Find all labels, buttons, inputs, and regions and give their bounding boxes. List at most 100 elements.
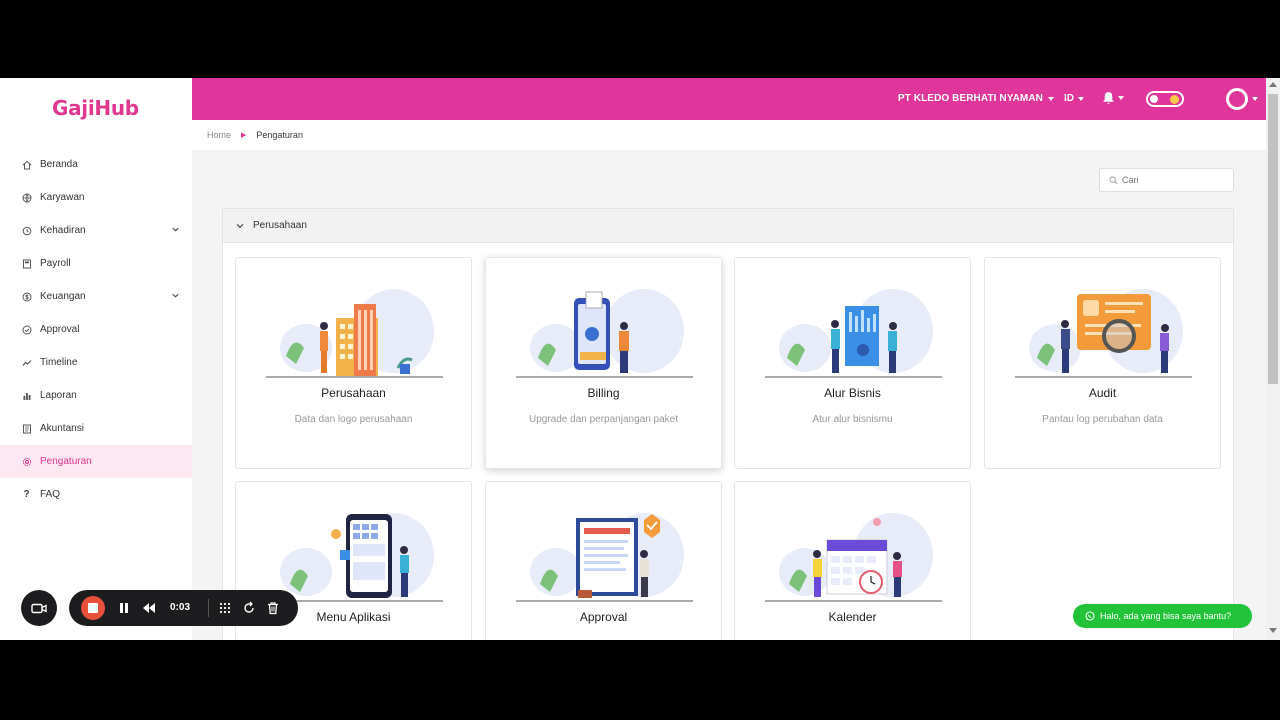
theme-toggle[interactable] [1146,91,1184,107]
chat-label: Halo, ada yang bisa saya bantu? [1100,611,1232,621]
sidebar-item-kehadiran[interactable]: Kehadiran [0,214,192,247]
history-icon [21,225,32,236]
language-label: ID [1064,93,1074,104]
card-description: Atur alur bisnismu [812,414,893,425]
dollar-icon [21,291,32,302]
home-icon [21,159,32,170]
card-description: Upgrade dan perpanjangan paket [528,414,678,425]
pause-icon[interactable] [117,601,131,615]
chevron-down-icon [172,227,179,232]
sidebar-item-label: FAQ [40,489,61,500]
card-description: Pantau log perubahan data [1042,414,1163,425]
approve-document-illustration [516,513,693,602]
company-selector[interactable]: PT KLEDO BERHATI NYAMAN [898,93,1054,104]
caret-down-icon [1048,96,1054,101]
bar-chart-icon [21,390,32,401]
audit-magnifier-illustration [1015,289,1192,378]
globe-icon [21,192,32,203]
caret-down-icon [1118,96,1124,100]
chevron-down-icon [236,223,244,228]
whatsapp-chat-button[interactable]: Halo, ada yang bisa saya bantu? [1073,604,1252,628]
sidebar-item-label: Akuntansi [40,423,84,434]
card-billing[interactable]: Billing Upgrade dan perpanjangan paket [485,257,722,469]
panel-title: Perusahaan [253,220,307,231]
sidebar-item-beranda[interactable]: Beranda [0,148,192,181]
sidebar-item-pengaturan[interactable]: Pengaturan [0,445,192,478]
sidebar-item-label: Pengaturan [40,456,92,467]
search-icon [1109,175,1118,185]
restart-icon[interactable] [242,601,256,615]
avatar [1226,88,1248,110]
stop-recording-button[interactable] [81,596,105,620]
brand-logo[interactable]: GajiHub [52,96,139,120]
sidebar: GajiHub Beranda Karyawan Kehadiran Payro… [0,78,192,640]
calendar-illustration [765,513,942,602]
whatsapp-icon [1085,611,1095,621]
scrollbar-thumb[interactable] [1268,94,1278,384]
app-menu-phone-illustration [266,513,443,602]
trash-icon[interactable] [266,601,280,615]
user-menu[interactable] [1226,88,1258,110]
question-icon: ? [23,489,30,500]
top-header: PT KLEDO BERHATI NYAMAN ID [192,78,1280,120]
stop-icon [88,603,98,613]
sidebar-item-label: Approval [40,324,80,335]
panel-header[interactable]: Perusahaan [223,209,1233,243]
language-selector[interactable]: ID [1064,93,1084,104]
card-title: Billing [587,386,620,400]
caret-down-icon [1252,97,1258,101]
card-title: Perusahaan [321,386,386,400]
rewind-icon[interactable] [142,601,156,615]
sidebar-item-faq[interactable]: ? FAQ [0,478,192,511]
scroll-up-arrow-icon[interactable] [1269,82,1277,87]
sidebar-item-label: Beranda [40,159,78,170]
company-name: PT KLEDO BERHATI NYAMAN [897,93,1043,104]
sidebar-item-label: Payroll [40,258,71,269]
search-input[interactable] [1122,175,1222,185]
card-title: Approval [579,610,628,624]
card-title: Audit [1088,386,1117,400]
sidebar-nav: Beranda Karyawan Kehadiran Payroll Keuan… [0,148,192,511]
scroll-down-arrow-icon[interactable] [1269,628,1277,633]
sun-icon [1170,95,1179,104]
sidebar-item-approval[interactable]: Approval [0,313,192,346]
camera-toggle-button[interactable] [21,590,57,626]
business-flow-illustration [765,289,942,378]
sidebar-item-keuangan[interactable]: Keuangan [0,280,192,313]
card-audit[interactable]: Audit Pantau log perubahan data [984,257,1221,469]
grid-icon[interactable] [218,601,232,615]
calculator-icon [21,258,32,269]
card-approval[interactable]: Approval [485,481,722,640]
card-alur-bisnis[interactable]: Alur Bisnis Atur alur bisnismu [734,257,971,469]
main-content: Perusahaan [192,150,1266,640]
sidebar-item-laporan[interactable]: Laporan [0,379,192,412]
sidebar-item-label: Timeline [40,357,78,368]
sidebar-item-karyawan[interactable]: Karyawan [0,181,192,214]
toolbar-divider [208,599,209,617]
line-chart-icon [21,357,32,368]
sidebar-item-payroll[interactable]: Payroll [0,247,192,280]
check-circle-icon [21,324,32,335]
card-title: Alur Bisnis [824,386,881,400]
notification-button[interactable] [1102,91,1124,105]
card-title: Kalender [828,610,877,624]
sidebar-item-timeline[interactable]: Timeline [0,346,192,379]
sidebar-item-label: Keuangan [40,291,86,302]
sidebar-item-akuntansi[interactable]: Akuntansi [0,412,192,445]
card-perusahaan[interactable]: Perusahaan Data dan logo perusahaan [235,257,472,469]
app-viewport: GajiHub Beranda Karyawan Kehadiran Payro… [0,78,1280,640]
recorder-toolbar: 0:03 [69,590,298,626]
breadcrumb-current: Pengaturan [256,130,303,140]
chevron-down-icon [172,293,179,298]
search-box[interactable] [1099,168,1234,192]
sidebar-item-label: Karyawan [40,192,85,203]
toggle-knob [1150,95,1158,103]
video-camera-icon [31,603,47,613]
caret-down-icon [1078,96,1084,101]
breadcrumb-separator-icon: ▶ [241,132,247,139]
card-kalender[interactable]: Kalender [734,481,971,640]
sidebar-item-label: Kehadiran [40,225,86,236]
sidebar-item-label: Laporan [40,390,77,401]
breadcrumb-home[interactable]: Home [207,130,231,140]
gear-icon [21,456,32,467]
